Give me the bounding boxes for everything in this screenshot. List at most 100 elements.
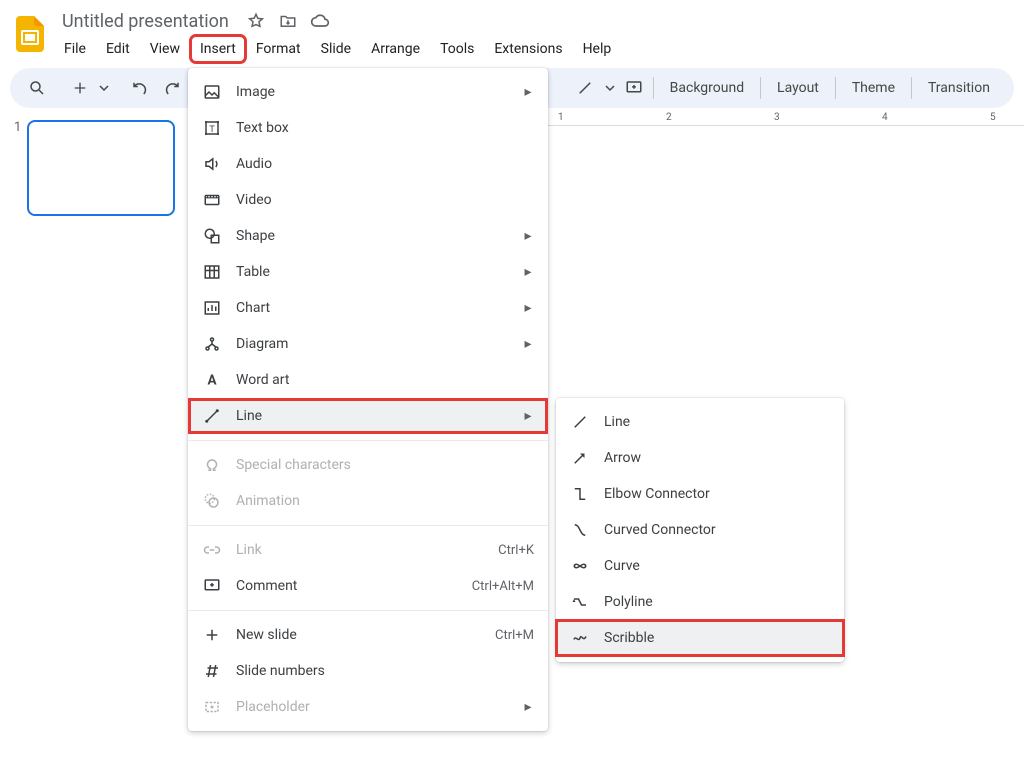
menu-view[interactable]: View xyxy=(142,37,188,61)
star-icon[interactable] xyxy=(245,10,267,32)
slide-number: 1 xyxy=(14,120,21,135)
ruler-tick: 4 xyxy=(882,112,888,123)
menu-separator xyxy=(188,610,548,611)
menu-format[interactable]: Format xyxy=(248,37,309,61)
line-polyline[interactable]: Polyline xyxy=(556,584,844,620)
redo-button[interactable] xyxy=(157,72,187,104)
menu-slide[interactable]: Slide xyxy=(313,37,359,61)
slides-logo[interactable] xyxy=(10,14,50,54)
chevron-right-icon: ▸ xyxy=(522,84,534,100)
line-elbow-connector[interactable]: Elbow Connector xyxy=(556,476,844,512)
insert-special-characters-label: Special characters xyxy=(236,457,534,473)
insert-animation: Animation xyxy=(188,483,548,519)
line-elbow-label: Elbow Connector xyxy=(604,486,830,502)
insert-new-slide-shortcut: Ctrl+M xyxy=(495,628,534,643)
insert-new-slide[interactable]: New slide Ctrl+M xyxy=(188,617,548,653)
layout-button[interactable]: Layout xyxy=(765,72,831,104)
insert-table[interactable]: Table ▸ xyxy=(188,254,548,290)
search-menus-button[interactable] xyxy=(22,72,52,104)
chevron-right-icon: ▸ xyxy=(522,699,534,715)
video-icon xyxy=(202,190,222,210)
insert-word-art-label: Word art xyxy=(236,372,534,388)
menu-bar: File Edit View Insert Format Slide Arran… xyxy=(56,34,619,64)
insert-image-label: Image xyxy=(236,84,508,100)
curved-connector-icon xyxy=(570,520,590,540)
insert-line-label: Line xyxy=(236,408,508,424)
arrow-icon xyxy=(570,448,590,468)
insert-line[interactable]: Line ▸ xyxy=(188,398,548,434)
line-curve[interactable]: Curve xyxy=(556,548,844,584)
insert-audio[interactable]: Audio xyxy=(188,146,548,182)
background-button[interactable]: Background xyxy=(658,72,756,104)
undo-button[interactable] xyxy=(125,72,155,104)
menu-tools[interactable]: Tools xyxy=(432,37,482,61)
insert-shape[interactable]: Shape ▸ xyxy=(188,218,548,254)
ruler-tick: 1 xyxy=(558,112,564,123)
chevron-right-icon: ▸ xyxy=(522,228,534,244)
insert-placeholder: Placeholder ▸ xyxy=(188,689,548,725)
line-curved-connector[interactable]: Curved Connector xyxy=(556,512,844,548)
insert-chart[interactable]: Chart ▸ xyxy=(188,290,548,326)
cloud-saved-icon[interactable] xyxy=(309,10,331,32)
line-scribble[interactable]: Scribble xyxy=(556,620,844,656)
slide-thumb-image[interactable] xyxy=(27,120,175,216)
insert-link: Link Ctrl+K xyxy=(188,532,548,568)
add-comment-button[interactable] xyxy=(619,72,649,104)
slide-panel: 1 xyxy=(0,108,188,762)
chevron-right-icon: ▸ xyxy=(522,336,534,352)
insert-link-shortcut: Ctrl+K xyxy=(498,543,534,558)
insert-comment[interactable]: Comment Ctrl+Alt+M xyxy=(188,568,548,604)
comment-icon xyxy=(202,576,222,596)
insert-chart-label: Chart xyxy=(236,300,508,316)
chart-icon xyxy=(202,298,222,318)
menu-insert[interactable]: Insert xyxy=(192,37,244,61)
shape-icon xyxy=(202,226,222,246)
text-box-icon: T xyxy=(202,118,222,138)
insert-word-art[interactable]: A Word art xyxy=(188,362,548,398)
insert-comment-label: Comment xyxy=(236,578,458,594)
line-curved-label: Curved Connector xyxy=(604,522,830,538)
transition-button[interactable]: Transition xyxy=(916,72,1002,104)
insert-special-characters: Special characters xyxy=(188,447,548,483)
insert-dropdown: Image ▸ T Text box Audio Video Shape ▸ T… xyxy=(188,68,548,731)
menu-help[interactable]: Help xyxy=(575,37,620,61)
line-arrow[interactable]: Arrow xyxy=(556,440,844,476)
menu-edit[interactable]: Edit xyxy=(98,37,138,61)
menu-separator xyxy=(188,525,548,526)
line-tool-dropdown[interactable] xyxy=(602,72,617,104)
insert-audio-label: Audio xyxy=(236,156,534,172)
insert-table-label: Table xyxy=(236,264,508,280)
document-title[interactable]: Untitled presentation xyxy=(56,9,235,34)
image-icon xyxy=(202,82,222,102)
line-line[interactable]: Line xyxy=(556,404,844,440)
line-submenu: Line Arrow Elbow Connector Curved Connec… xyxy=(556,398,844,662)
line-tool-button[interactable] xyxy=(570,72,600,104)
insert-video-label: Video xyxy=(236,192,534,208)
menu-extensions[interactable]: Extensions xyxy=(486,37,570,61)
insert-diagram[interactable]: Diagram ▸ xyxy=(188,326,548,362)
insert-image[interactable]: Image ▸ xyxy=(188,74,548,110)
insert-slide-numbers[interactable]: Slide numbers xyxy=(188,653,548,689)
scribble-icon xyxy=(570,628,590,648)
menu-arrange[interactable]: Arrange xyxy=(363,37,428,61)
insert-text-box[interactable]: T Text box xyxy=(188,110,548,146)
placeholder-icon xyxy=(202,697,222,717)
new-slide-button[interactable] xyxy=(65,72,95,104)
diagram-icon xyxy=(202,334,222,354)
table-icon xyxy=(202,262,222,282)
insert-video[interactable]: Video xyxy=(188,182,548,218)
slide-thumbnail-1[interactable]: 1 xyxy=(14,120,180,216)
line-scribble-label: Scribble xyxy=(604,630,830,646)
hash-icon xyxy=(202,661,222,681)
menu-file[interactable]: File xyxy=(56,37,94,61)
new-slide-dropdown[interactable] xyxy=(97,72,112,104)
polyline-icon xyxy=(570,592,590,612)
elbow-connector-icon xyxy=(570,484,590,504)
line-icon xyxy=(570,412,590,432)
theme-button[interactable]: Theme xyxy=(840,72,907,104)
line-arrow-label: Arrow xyxy=(604,450,830,466)
move-to-folder-icon[interactable] xyxy=(277,10,299,32)
chevron-right-icon: ▸ xyxy=(522,264,534,280)
insert-slide-numbers-label: Slide numbers xyxy=(236,663,534,679)
app-header: Untitled presentation File Edit View Ins… xyxy=(0,0,1024,64)
